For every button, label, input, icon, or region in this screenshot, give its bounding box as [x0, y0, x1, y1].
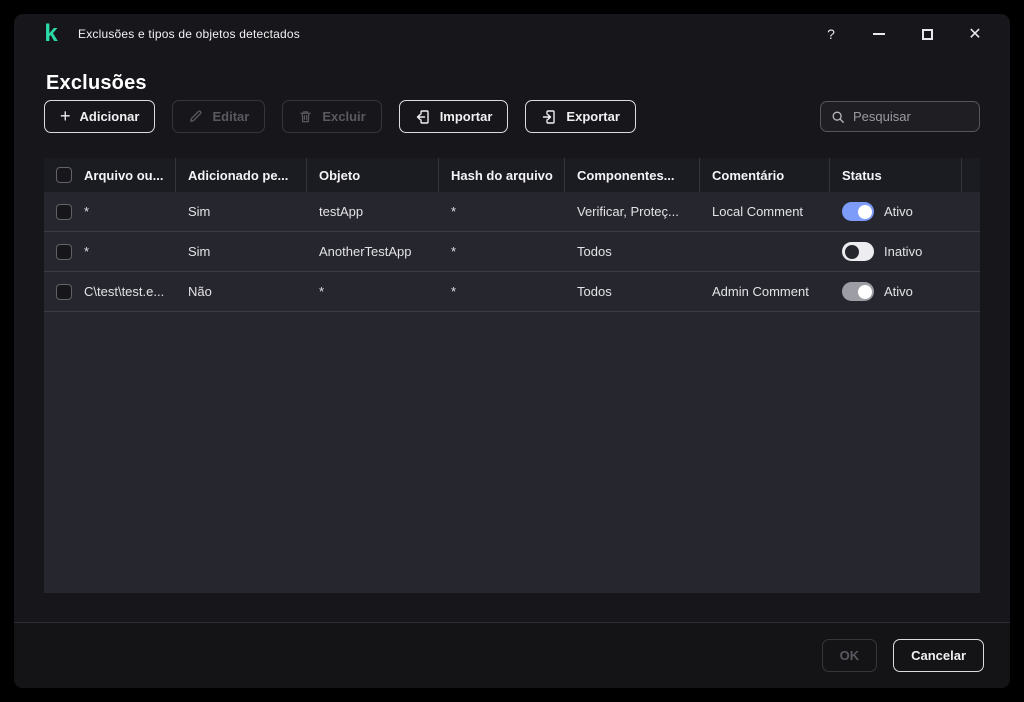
- status-toggle[interactable]: [842, 282, 874, 301]
- cell-file: *: [84, 204, 90, 219]
- header-comment: Comentário: [700, 158, 830, 192]
- cell-components: Todos: [577, 284, 612, 299]
- plus-icon: +: [60, 105, 71, 126]
- exclusions-table: Arquivo ou... Adicionado pe... Objeto Ha…: [44, 158, 980, 593]
- header-object: Objeto: [307, 158, 439, 192]
- table-header-row: Arquivo ou... Adicionado pe... Objeto Ha…: [44, 158, 980, 192]
- maximize-icon: [921, 28, 933, 40]
- minimize-button[interactable]: [862, 20, 896, 48]
- cell-hash: *: [451, 204, 457, 219]
- import-button[interactable]: Importar: [398, 100, 509, 133]
- status-label: Ativo: [884, 204, 913, 219]
- search-input[interactable]: [853, 109, 969, 124]
- search-box: [820, 101, 980, 132]
- status-toggle[interactable]: [842, 202, 874, 221]
- export-button-label: Exportar: [566, 109, 620, 124]
- search-icon: [832, 111, 844, 123]
- maximize-button[interactable]: [910, 20, 944, 48]
- add-button[interactable]: + Adicionar: [44, 100, 156, 133]
- footer: OK Cancelar: [14, 623, 1010, 688]
- trash-icon: [300, 111, 312, 123]
- cell-file: *: [84, 244, 90, 259]
- export-icon: [543, 109, 556, 124]
- cell-comment: Admin Comment: [712, 284, 809, 299]
- cell-added-by: Sim: [188, 204, 211, 219]
- delete-button-label: Excluir: [322, 109, 366, 124]
- row-checkbox[interactable]: [56, 203, 72, 220]
- header-hash: Hash do arquivo: [439, 158, 565, 192]
- minimize-icon: [873, 33, 885, 35]
- cell-components: Todos: [577, 244, 612, 259]
- row-checkbox[interactable]: [56, 283, 72, 300]
- status-toggle[interactable]: [842, 242, 874, 261]
- status-label: Inativo: [884, 244, 923, 259]
- page-title: Exclusões: [46, 72, 147, 94]
- kaspersky-logo-icon: k: [44, 20, 58, 47]
- table-row[interactable]: C\test\test.e... Não * * Todos Admin Com…: [44, 272, 980, 312]
- cell-hash: *: [451, 284, 457, 299]
- row-checkbox[interactable]: [56, 243, 72, 260]
- cell-comment: Local Comment: [712, 204, 804, 219]
- header-file: Arquivo ou...: [84, 167, 164, 183]
- help-icon: ?: [827, 26, 835, 42]
- table-row[interactable]: * Sim AnotherTestApp * Todos Inativo: [44, 232, 980, 272]
- cell-added-by: Sim: [188, 244, 211, 259]
- add-button-label: Adicionar: [79, 109, 140, 124]
- table-row[interactable]: * Sim testApp * Verificar, Proteç... Loc…: [44, 192, 980, 232]
- export-button[interactable]: Exportar: [525, 100, 636, 133]
- status-label: Ativo: [884, 284, 913, 299]
- toolbar: + Adicionar Editar Excluir Importar Expo…: [44, 100, 980, 133]
- close-button[interactable]: ✕: [958, 20, 992, 48]
- cell-added-by: Não: [188, 284, 212, 299]
- import-button-label: Importar: [439, 109, 493, 124]
- window-title: Exclusões e tipos de objetos detectados: [78, 27, 300, 41]
- header-components: Componentes...: [565, 158, 700, 192]
- title-bar: k Exclusões e tipos de objetos detectado…: [14, 14, 1010, 54]
- ok-button[interactable]: OK: [821, 639, 878, 672]
- dialog-window: k Exclusões e tipos de objetos detectado…: [14, 14, 1010, 688]
- header-spacer: [962, 158, 980, 192]
- delete-button[interactable]: Excluir: [282, 100, 382, 133]
- close-icon: ✕: [968, 26, 982, 43]
- cell-hash: *: [451, 244, 457, 259]
- select-all-checkbox[interactable]: [56, 167, 72, 183]
- header-added-by: Adicionado pe...: [176, 158, 307, 192]
- cell-object: AnotherTestApp: [319, 244, 412, 259]
- help-button[interactable]: ?: [814, 20, 848, 48]
- edit-button-label: Editar: [212, 109, 250, 124]
- cancel-button[interactable]: Cancelar: [893, 639, 984, 672]
- import-icon: [416, 109, 429, 124]
- cell-file: C\test\test.e...: [84, 284, 165, 299]
- pencil-icon: [190, 110, 202, 122]
- cell-object: *: [319, 284, 325, 299]
- cell-components: Verificar, Proteç...: [577, 204, 679, 219]
- cell-object: testApp: [319, 204, 364, 219]
- edit-button[interactable]: Editar: [172, 100, 266, 133]
- header-status: Status: [830, 158, 962, 192]
